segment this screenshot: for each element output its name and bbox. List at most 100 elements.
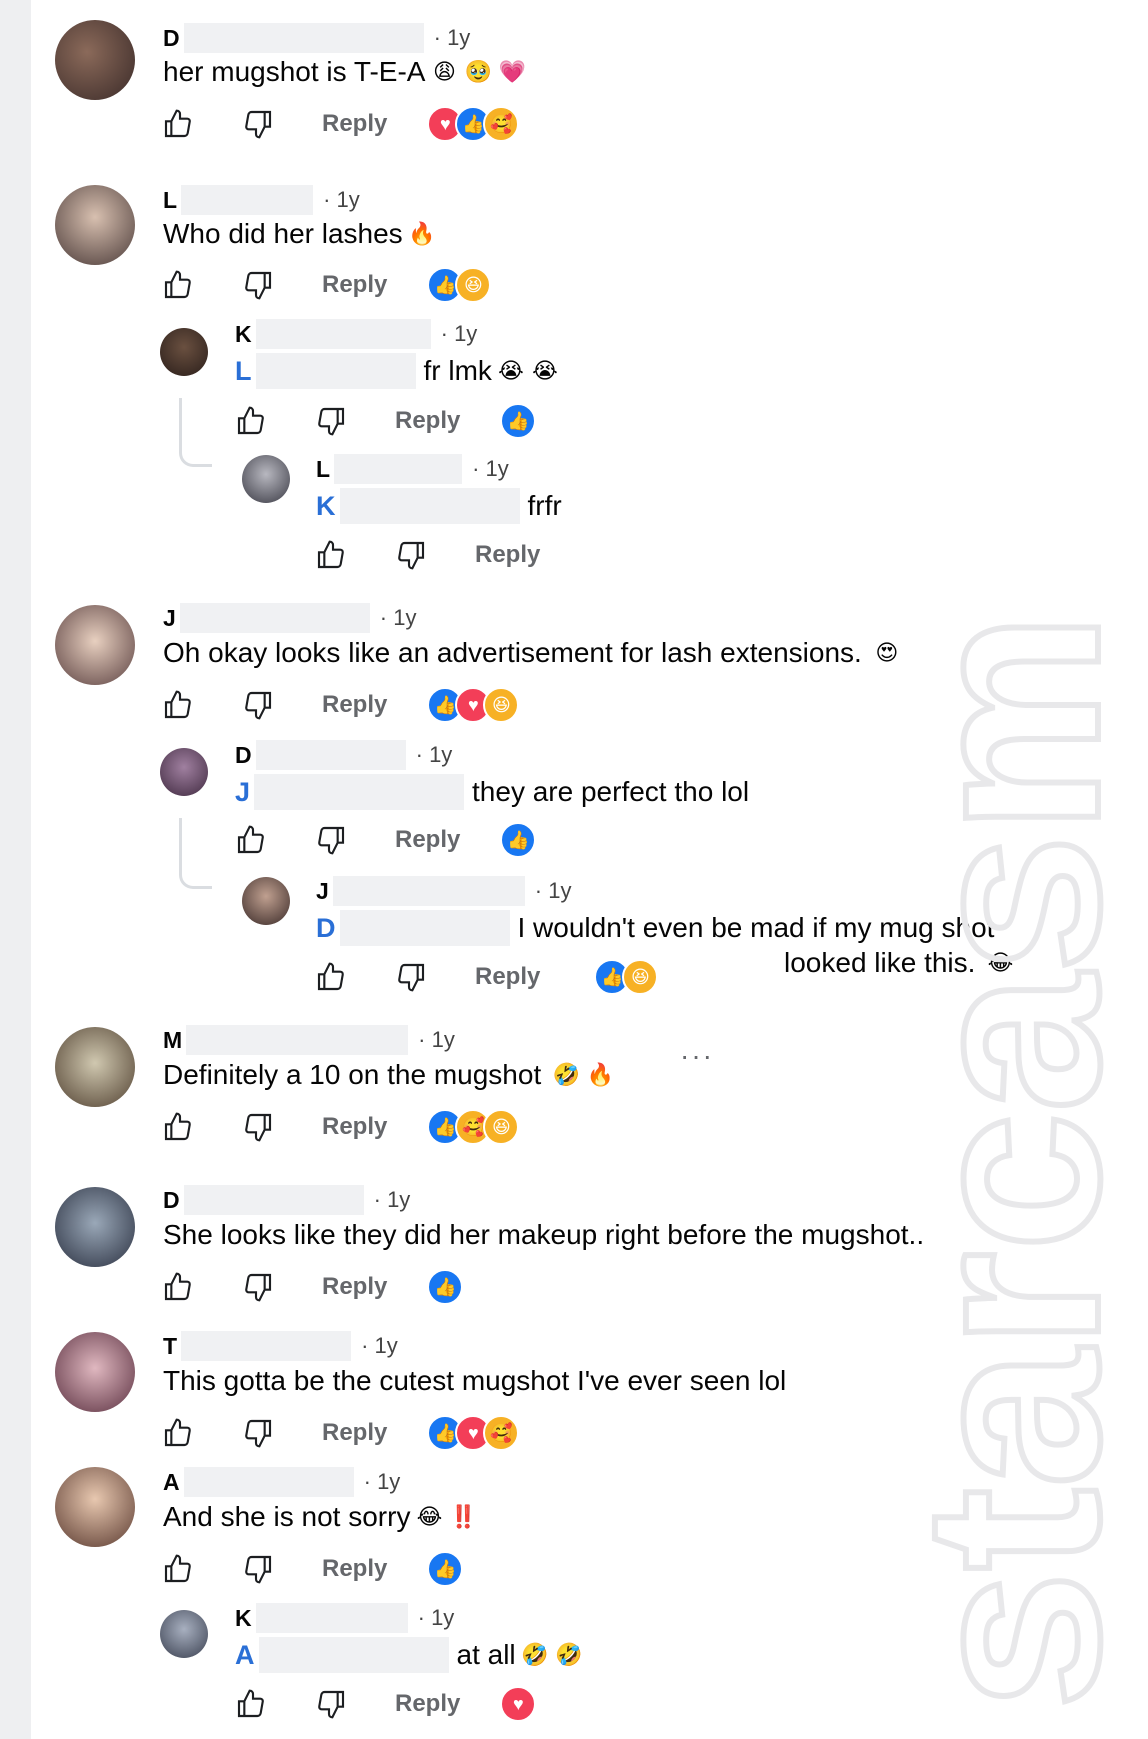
timestamp[interactable]: · 1y <box>380 605 417 631</box>
thumbs-up-icon[interactable] <box>160 1109 196 1145</box>
thumbs-down-icon[interactable] <box>393 537 429 573</box>
avatar[interactable] <box>160 1610 208 1658</box>
reaction-summary[interactable]: ♥ 👍 🥰 <box>427 106 520 142</box>
thumbs-up-icon[interactable] <box>160 1551 196 1587</box>
avatar[interactable] <box>242 877 290 925</box>
mention-initial[interactable]: J <box>235 777 250 808</box>
redacted-name <box>255 740 406 770</box>
timestamp[interactable]: · 1y <box>434 25 471 51</box>
mention-initial[interactable]: K <box>316 491 336 522</box>
avatar[interactable] <box>55 605 135 685</box>
reply-author[interactable]: L · 1y <box>316 454 509 484</box>
mention-initial[interactable]: A <box>235 1640 255 1671</box>
comment-text: her mugshot is T-E-A 😩 🥹 💗 <box>163 56 527 88</box>
avatar[interactable] <box>55 1332 135 1412</box>
reply-button[interactable]: Reply <box>322 1113 387 1141</box>
avatar[interactable] <box>55 1187 135 1267</box>
reply-button[interactable]: Reply <box>322 1273 387 1301</box>
redacted-name <box>183 1467 354 1497</box>
reaction-summary[interactable]: 👍 <box>500 403 537 439</box>
thumbs-down-icon[interactable] <box>240 1551 276 1587</box>
reply-button[interactable]: Reply <box>395 407 460 435</box>
comment-author[interactable]: J · 1y <box>163 603 417 633</box>
reaction-summary[interactable]: 👍 😆 <box>594 959 659 995</box>
thumbs-up-icon[interactable] <box>160 1415 196 1451</box>
thumbs-up-icon[interactable] <box>233 403 269 439</box>
timestamp[interactable]: · 1y <box>472 456 509 482</box>
mention-initial[interactable]: D <box>316 913 336 944</box>
reaction-summary[interactable]: 👍 <box>427 1551 464 1587</box>
avatar[interactable] <box>160 748 208 796</box>
reply-body: at all <box>456 1639 516 1670</box>
reply-author[interactable]: K · 1y <box>235 1603 455 1633</box>
reply-button[interactable]: Reply <box>322 110 387 138</box>
reaction-summary[interactable]: 👍 ♥ 😆 <box>427 687 520 723</box>
author-initial: K <box>235 1604 252 1631</box>
comment-author[interactable]: T · 1y <box>163 1331 398 1361</box>
reply-author[interactable]: D · 1y <box>235 740 453 770</box>
timestamp[interactable]: · 1y <box>418 1605 455 1631</box>
reaction-summary[interactable]: 👍 <box>500 822 537 858</box>
reply-button[interactable]: Reply <box>322 1555 387 1583</box>
comment-author[interactable]: D · 1y <box>163 1185 411 1215</box>
avatar[interactable] <box>55 1467 135 1547</box>
thumbs-up-icon[interactable] <box>160 106 196 142</box>
reaction-summary[interactable]: 👍 ♥ 🥰 <box>427 1415 520 1451</box>
reply-button[interactable]: Reply <box>475 541 540 569</box>
reply-button[interactable]: Reply <box>395 826 460 854</box>
timestamp[interactable]: · 1y <box>361 1333 398 1359</box>
thumbs-down-icon[interactable] <box>240 106 276 142</box>
reaction-summary[interactable]: ♥ <box>500 1686 537 1722</box>
thumbs-down-icon[interactable] <box>240 687 276 723</box>
timestamp[interactable]: · 1y <box>374 1187 411 1213</box>
mention-initial[interactable]: L <box>235 356 252 387</box>
thumbs-down-icon[interactable] <box>313 1686 349 1722</box>
timestamp[interactable]: · 1y <box>418 1027 455 1053</box>
timestamp[interactable]: · 1y <box>535 878 572 904</box>
crying-emoji: 😭 <box>532 358 558 383</box>
comment-author[interactable]: L · 1y <box>163 185 360 215</box>
avatar[interactable] <box>160 328 208 376</box>
timestamp[interactable]: · 1y <box>323 187 360 213</box>
reply-author[interactable]: K · 1y <box>235 319 478 349</box>
comment-body: Definitely a 10 on the mugshot <box>163 1059 542 1090</box>
more-options-icon[interactable]: ··· <box>680 1040 714 1072</box>
comment-author[interactable]: M · 1y <box>163 1025 455 1055</box>
thumbs-down-icon[interactable] <box>240 267 276 303</box>
starcasm-watermark: starcasm <box>908 609 1128 1713</box>
reaction-summary[interactable]: 👍 😆 <box>427 267 492 303</box>
reply-button[interactable]: Reply <box>395 1690 460 1718</box>
thumbs-up-icon[interactable] <box>313 959 349 995</box>
reply-author[interactable]: J · 1y <box>316 876 572 906</box>
timestamp[interactable]: · 1y <box>416 742 453 768</box>
thumbs-down-icon[interactable] <box>240 1269 276 1305</box>
thumbs-up-icon[interactable] <box>160 267 196 303</box>
comment-author[interactable]: D · 1y <box>163 23 471 53</box>
timestamp[interactable]: · 1y <box>441 321 478 347</box>
avatar[interactable] <box>55 185 135 265</box>
thumbs-up-icon[interactable] <box>233 1686 269 1722</box>
reply-actions: Reply 👍 <box>233 401 537 441</box>
thumbs-down-icon[interactable] <box>240 1415 276 1451</box>
thumbs-up-icon[interactable] <box>160 687 196 723</box>
comment-body: And she is not sorry <box>163 1501 411 1532</box>
reply-button[interactable]: Reply <box>322 271 387 299</box>
timestamp[interactable]: · 1y <box>364 1469 401 1495</box>
reply-button[interactable]: Reply <box>322 691 387 719</box>
reaction-summary[interactable]: 👍 <box>427 1269 464 1305</box>
thumbs-down-icon[interactable] <box>313 822 349 858</box>
thumbs-down-icon[interactable] <box>240 1109 276 1145</box>
reaction-summary[interactable]: 👍 🥰 😆 <box>427 1109 520 1145</box>
avatar[interactable] <box>55 1027 135 1107</box>
avatar[interactable] <box>242 455 290 503</box>
reply-button[interactable]: Reply <box>475 963 540 991</box>
comment-actions: Reply 👍 😆 <box>160 265 492 305</box>
thumbs-up-icon[interactable] <box>160 1269 196 1305</box>
comment-author[interactable]: A · 1y <box>163 1467 401 1497</box>
reply-button[interactable]: Reply <box>322 1419 387 1447</box>
thumbs-up-icon[interactable] <box>233 822 269 858</box>
thumbs-down-icon[interactable] <box>313 403 349 439</box>
thumbs-up-icon[interactable] <box>313 537 349 573</box>
avatar[interactable] <box>55 20 135 100</box>
thumbs-down-icon[interactable] <box>393 959 429 995</box>
